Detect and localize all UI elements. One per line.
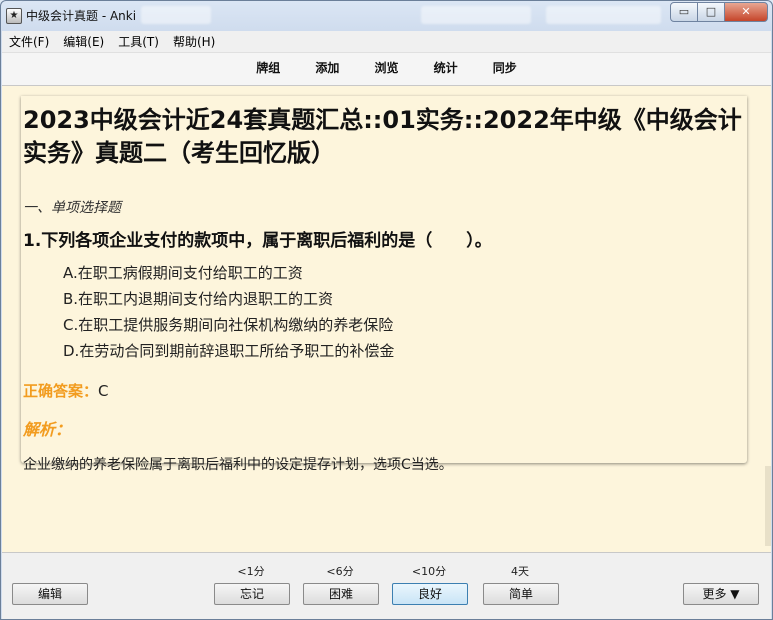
option-a: A.在职工病假期间支付给职工的工资 — [63, 264, 303, 282]
toolbar-add[interactable]: 添加 — [315, 53, 339, 83]
options-list: A.在职工病假期间支付给职工的工资 B.在职工内退期间支付给内退职工的工资 C.… — [63, 260, 394, 364]
toolbar-decks[interactable]: 牌组 — [256, 53, 280, 83]
hard-button[interactable]: 困难 — [303, 583, 379, 605]
option-c: C.在职工提供服务期间向社保机构缴纳的养老保险 — [63, 316, 394, 334]
menu-bar: 文件(F) 编辑(E) 工具(T) 帮助(H) — [2, 31, 771, 53]
maximize-button[interactable]: □ — [697, 2, 725, 22]
answer-value: C — [98, 382, 109, 400]
toolbar-stats[interactable]: 统计 — [434, 53, 458, 83]
blurred-titlebar-area — [421, 6, 531, 24]
analysis-label: 解析： — [23, 420, 72, 439]
main-toolbar: 牌组 添加 浏览 统计 同步 — [2, 53, 771, 86]
interval-good: <10分 — [411, 565, 447, 578]
menu-edit[interactable]: 编辑(E) — [56, 32, 111, 53]
correct-answer: 正确答案：C — [23, 380, 109, 401]
review-area: 2023中级会计近24套真题汇总::01实务::2022年中级《中级会计实务》真… — [2, 86, 771, 552]
toolbar-browse[interactable]: 浏览 — [374, 53, 398, 83]
interval-hard: <6分 — [326, 565, 354, 578]
menu-file[interactable]: 文件(F) — [2, 32, 56, 53]
section-heading: 一、单项选择题 — [23, 200, 121, 216]
easy-button[interactable]: 简单 — [483, 583, 559, 605]
option-b: B.在职工内退期间支付给内退职工的工资 — [63, 290, 334, 308]
menu-tools[interactable]: 工具(T) — [111, 32, 166, 53]
question-text: 1.下列各项企业支付的款项中，属于离职后福利的是（ ）。 — [23, 231, 492, 251]
answer-bar: 编辑 <1分 忘记 <6分 困难 <10分 良好 4天 简单 更多 ▼ — [2, 552, 771, 619]
blurred-titlebar-area — [141, 6, 211, 24]
more-button[interactable]: 更多 ▼ — [683, 583, 759, 605]
good-button[interactable]: 良好 — [392, 583, 468, 605]
option-d: D.在劳动合同到期前辞退职工所给予职工的补偿金 — [63, 342, 395, 360]
minimize-button[interactable]: ▭ — [670, 2, 698, 22]
flashcard: 2023中级会计近24套真题汇总::01实务::2022年中级《中级会计实务》真… — [21, 96, 747, 473]
interval-easy: 4天 — [511, 565, 529, 578]
deck-title: 2023中级会计近24套真题汇总::01实务::2022年中级《中级会计实务》真… — [23, 106, 742, 167]
title-bar[interactable]: ★ 中级会计真题 - Anki ▭ □ ✕ — [1, 1, 772, 31]
again-button[interactable]: 忘记 — [214, 583, 290, 605]
window-title: 中级会计真题 - Anki — [26, 9, 137, 23]
anki-window: ★ 中级会计真题 - Anki ▭ □ ✕ 文件(F) 编辑(E) 工具(T) 帮助(… — [0, 0, 773, 620]
toolbar-sync[interactable]: 同步 — [493, 53, 517, 83]
menu-help[interactable]: 帮助(H) — [166, 32, 222, 53]
close-button[interactable]: ✕ — [724, 2, 768, 22]
answer-label: 正确答案： — [23, 382, 99, 400]
explanation-text: 企业缴纳的养老保险属于离职后福利中的设定提存计划，选项C当选。 — [23, 457, 453, 473]
scrollbar[interactable] — [765, 466, 771, 546]
interval-again: <1分 — [237, 565, 265, 578]
edit-button[interactable]: 编辑 — [12, 583, 88, 605]
anki-app-icon: ★ — [6, 8, 22, 24]
blurred-titlebar-area — [546, 6, 661, 24]
